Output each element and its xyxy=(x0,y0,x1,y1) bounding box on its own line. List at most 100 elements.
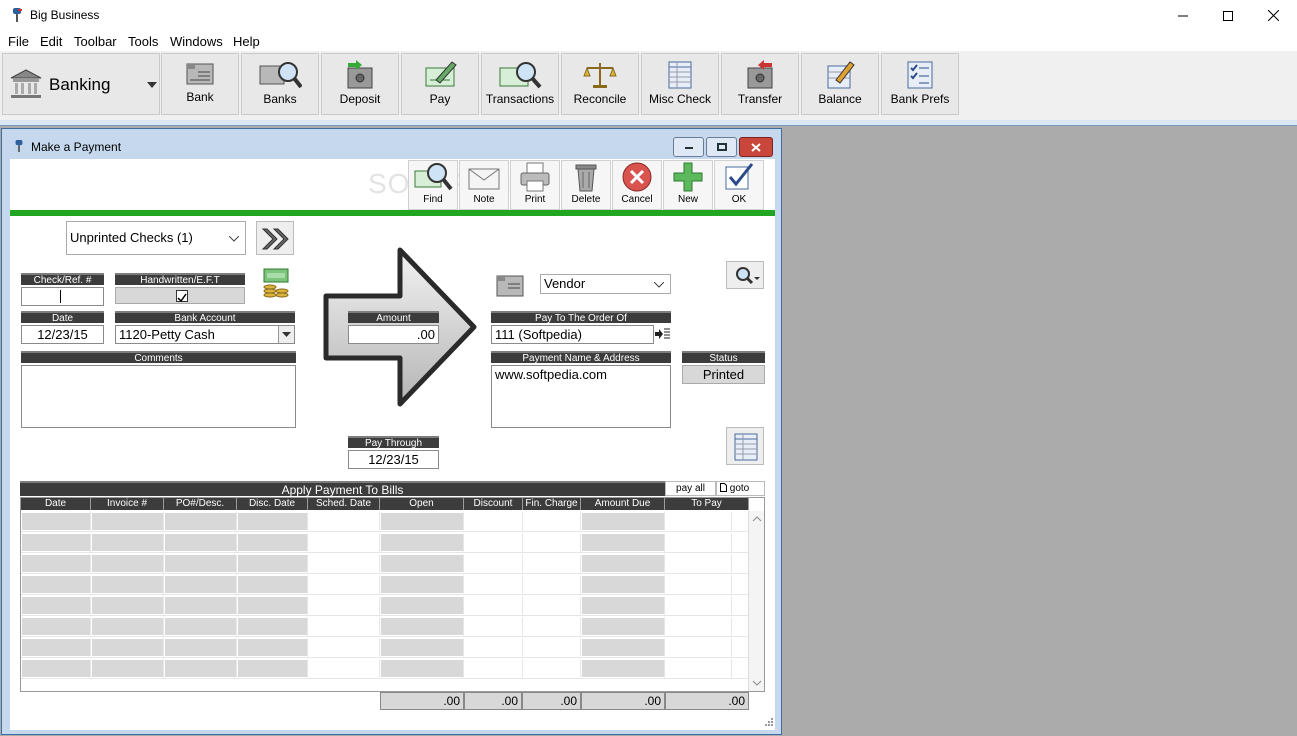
table-cell[interactable] xyxy=(665,659,732,678)
table-row[interactable] xyxy=(21,511,749,532)
payee-type-dropdown[interactable]: Vendor xyxy=(540,274,671,294)
table-cell[interactable] xyxy=(21,554,91,573)
table-cell[interactable] xyxy=(464,575,523,594)
table-cell[interactable] xyxy=(308,554,380,573)
delete-button[interactable]: Delete xyxy=(561,160,611,210)
table-cell[interactable] xyxy=(21,575,91,594)
column-header-amount-due[interactable]: Amount Due xyxy=(581,498,665,510)
module-selector[interactable]: Banking xyxy=(2,53,160,115)
goto-button[interactable]: goto xyxy=(716,481,765,496)
table-cell[interactable] xyxy=(21,638,91,657)
find-button[interactable]: Find xyxy=(408,160,458,210)
table-cell[interactable] xyxy=(581,554,665,573)
menu-toolbar[interactable]: Toolbar xyxy=(74,34,117,49)
table-cell[interactable] xyxy=(308,575,380,594)
table-cell[interactable] xyxy=(164,554,237,573)
table-cell[interactable] xyxy=(464,533,523,552)
table-cell[interactable] xyxy=(380,596,464,615)
table-row[interactable] xyxy=(21,658,749,679)
chevron-down-icon[interactable] xyxy=(749,677,765,689)
table-cell[interactable] xyxy=(91,596,164,615)
table-cell[interactable] xyxy=(665,617,732,636)
table-cell[interactable] xyxy=(380,533,464,552)
table-cell[interactable] xyxy=(164,659,237,678)
table-cell[interactable] xyxy=(523,512,581,531)
column-header-date[interactable]: Date xyxy=(21,498,91,510)
table-cell[interactable] xyxy=(308,533,380,552)
table-row[interactable] xyxy=(21,637,749,658)
table-cell[interactable] xyxy=(380,638,464,657)
toolbar-misc-check-button[interactable]: Misc Check xyxy=(641,53,719,115)
table-cell[interactable] xyxy=(464,554,523,573)
table-cell[interactable] xyxy=(21,533,91,552)
table-cell[interactable] xyxy=(581,638,665,657)
table-cell[interactable] xyxy=(581,512,665,531)
menu-help[interactable]: Help xyxy=(233,34,260,49)
bills-scrollbar[interactable] xyxy=(748,511,764,691)
table-row[interactable] xyxy=(21,574,749,595)
table-cell[interactable] xyxy=(464,638,523,657)
bank-account-dropdown-button[interactable] xyxy=(278,326,294,343)
toolbar-bank-prefs-button[interactable]: Bank Prefs xyxy=(881,53,959,115)
pay-all-button[interactable]: pay all xyxy=(665,481,716,496)
pay-through-input[interactable]: 12/23/15 xyxy=(348,450,439,469)
table-cell[interactable] xyxy=(21,512,91,531)
table-cell[interactable] xyxy=(665,638,732,657)
table-cell[interactable] xyxy=(308,596,380,615)
table-cell[interactable] xyxy=(581,575,665,594)
table-cell[interactable] xyxy=(523,596,581,615)
close-button[interactable] xyxy=(1250,0,1296,31)
table-cell[interactable] xyxy=(523,659,581,678)
toolbar-deposit-button[interactable]: Deposit xyxy=(321,53,399,115)
new-button[interactable]: New xyxy=(663,160,713,210)
table-row[interactable] xyxy=(21,553,749,574)
column-header-invoice[interactable]: Invoice # xyxy=(91,498,164,510)
table-cell[interactable] xyxy=(464,596,523,615)
table-cell[interactable] xyxy=(464,617,523,636)
column-header-discount[interactable]: Discount xyxy=(464,498,523,510)
toolbar-bank-button[interactable]: Bank xyxy=(161,53,239,115)
table-cell[interactable] xyxy=(380,554,464,573)
handwritten-checkbox[interactable] xyxy=(176,290,188,303)
table-cell[interactable] xyxy=(665,596,732,615)
table-cell[interactable] xyxy=(91,617,164,636)
toolbar-banks-button[interactable]: Banks xyxy=(241,53,319,115)
table-row[interactable] xyxy=(21,616,749,637)
check-ref-input[interactable] xyxy=(21,287,104,306)
table-cell[interactable] xyxy=(91,575,164,594)
table-cell[interactable] xyxy=(665,575,732,594)
table-cell[interactable] xyxy=(380,512,464,531)
menu-tools[interactable]: Tools xyxy=(128,34,158,49)
toolbar-reconcile-button[interactable]: Reconcile xyxy=(561,53,639,115)
print-button[interactable]: Print xyxy=(510,160,560,210)
maximize-button[interactable] xyxy=(1205,0,1251,31)
child-minimize-button[interactable] xyxy=(673,137,704,157)
table-cell[interactable] xyxy=(237,554,308,573)
table-cell[interactable] xyxy=(523,617,581,636)
table-cell[interactable] xyxy=(523,554,581,573)
cancel-button[interactable]: Cancel xyxy=(612,160,662,210)
toolbar-transactions-button[interactable]: Transactions xyxy=(481,53,559,115)
table-cell[interactable] xyxy=(380,575,464,594)
table-cell[interactable] xyxy=(665,554,732,573)
table-cell[interactable] xyxy=(523,638,581,657)
bank-account-dropdown[interactable]: 1120-Petty Cash xyxy=(115,325,295,344)
table-cell[interactable] xyxy=(237,596,308,615)
minimize-button[interactable] xyxy=(1160,0,1206,31)
register-button[interactable] xyxy=(726,427,764,465)
table-cell[interactable] xyxy=(91,512,164,531)
table-row[interactable] xyxy=(21,532,749,553)
child-restore-button[interactable] xyxy=(706,137,737,157)
next-record-button[interactable] xyxy=(256,221,294,255)
table-cell[interactable] xyxy=(164,575,237,594)
table-cell[interactable] xyxy=(237,533,308,552)
chevron-up-icon[interactable] xyxy=(749,513,765,525)
table-cell[interactable] xyxy=(581,596,665,615)
table-cell[interactable] xyxy=(308,512,380,531)
table-cell[interactable] xyxy=(237,512,308,531)
table-cell[interactable] xyxy=(91,554,164,573)
table-cell[interactable] xyxy=(308,617,380,636)
table-cell[interactable] xyxy=(308,659,380,678)
table-cell[interactable] xyxy=(523,575,581,594)
table-cell[interactable] xyxy=(581,533,665,552)
